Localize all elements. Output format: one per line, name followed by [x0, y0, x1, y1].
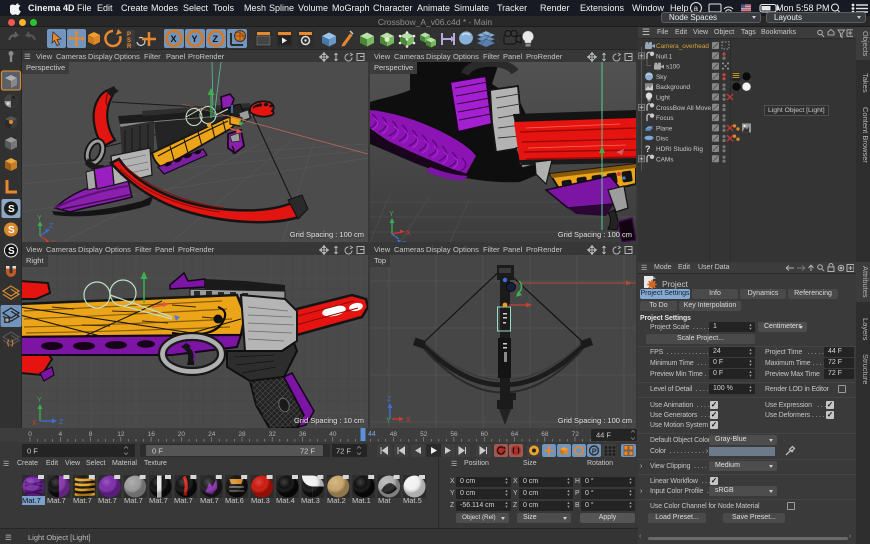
svg-text:Plane: Plane: [656, 125, 673, 132]
svg-text:s100: s100: [666, 64, 680, 71]
svg-text:Y: Y: [37, 397, 42, 404]
svg-text:64: 64: [511, 431, 519, 438]
svg-text:8: 8: [89, 431, 93, 438]
svg-text:X: X: [32, 420, 37, 427]
svg-text:40: 40: [329, 431, 337, 438]
svg-text:Light: Light: [656, 95, 670, 102]
svg-text:72 F: 72 F: [336, 447, 351, 456]
svg-text:Z: Z: [387, 396, 392, 403]
svg-text:24: 24: [208, 431, 216, 438]
svg-text:Camera_overhead: Camera_overhead: [656, 43, 709, 50]
svg-text:44: 44: [368, 431, 376, 438]
svg-text:52: 52: [420, 431, 428, 438]
svg-text:0 F: 0 F: [27, 447, 38, 456]
svg-text:16: 16: [148, 431, 156, 438]
svg-text:X: X: [406, 417, 411, 424]
svg-text:Y: Y: [192, 34, 198, 44]
svg-text:Null.1: Null.1: [656, 53, 673, 60]
svg-text:S: S: [8, 246, 15, 257]
svg-text:Y: Y: [386, 418, 391, 425]
svg-text:Z: Z: [49, 223, 54, 230]
svg-text:28: 28: [238, 431, 246, 438]
svg-text:36: 36: [299, 431, 307, 438]
svg-text:CAMs: CAMs: [656, 156, 673, 163]
svg-text:12: 12: [117, 431, 125, 438]
svg-text:Z: Z: [213, 34, 219, 44]
svg-text:60: 60: [481, 431, 489, 438]
svg-text:Y: Y: [37, 215, 42, 222]
svg-text:Disc: Disc: [656, 136, 669, 143]
svg-text:P: P: [592, 447, 597, 456]
svg-text:4: 4: [58, 431, 62, 438]
svg-text:56: 56: [450, 431, 458, 438]
svg-text:48: 48: [390, 431, 398, 438]
svg-text:X: X: [51, 240, 56, 242]
svg-text:?: ?: [645, 144, 651, 154]
svg-text:( ): ( ): [7, 340, 14, 347]
svg-text:72: 72: [572, 431, 580, 438]
svg-text:Sky: Sky: [656, 74, 667, 81]
svg-text:Y: Y: [389, 211, 394, 218]
svg-text:HDRI Studio Rig: HDRI Studio Rig: [656, 146, 703, 153]
svg-text:X: X: [171, 34, 177, 44]
svg-text:CrossBow All Move: CrossBow All Move: [656, 105, 711, 112]
svg-text:Focus: Focus: [656, 115, 673, 122]
svg-text:0 F: 0 F: [152, 447, 163, 456]
svg-text:X: X: [406, 230, 411, 237]
svg-text:Z: Z: [59, 419, 64, 426]
svg-text:32: 32: [269, 431, 277, 438]
svg-text:72 F: 72 F: [300, 447, 315, 456]
svg-text:0: 0: [28, 431, 32, 438]
svg-text:S: S: [8, 225, 15, 236]
svg-text:Z: Z: [402, 241, 407, 242]
svg-text:68: 68: [541, 431, 549, 438]
svg-text:S: S: [8, 204, 15, 215]
svg-text:20: 20: [178, 431, 186, 438]
svg-text:44 F: 44 F: [596, 431, 611, 440]
svg-text:Background: Background: [656, 84, 691, 91]
